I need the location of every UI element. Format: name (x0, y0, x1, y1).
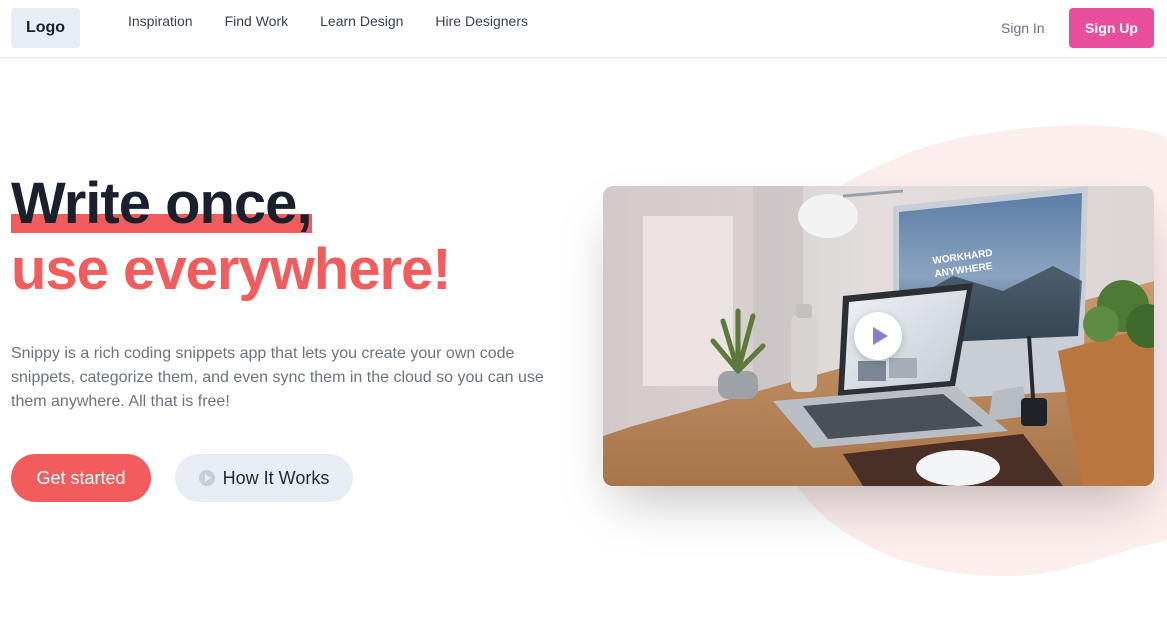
top-nav: Logo Inspiration Find Work Learn Design … (0, 0, 1167, 58)
hero-headline: Write once, use everywhere! (11, 171, 452, 304)
get-started-button[interactable]: Get started (11, 454, 151, 502)
headline-line-2: use everywhere! (11, 237, 452, 302)
headline-line-1: Write once, (11, 171, 313, 236)
nav-link-learn-design[interactable]: Learn Design (320, 13, 403, 29)
nav-links: Inspiration Find Work Learn Design Hire … (128, 13, 528, 29)
play-circle-icon (198, 470, 215, 486)
hero-description: Snippy is a rich coding snippets app tha… (11, 345, 544, 410)
sign-in-link[interactable]: Sign In (1001, 20, 1045, 36)
sign-up-button[interactable]: Sign Up (1069, 8, 1154, 48)
nav-link-inspiration[interactable]: Inspiration (128, 13, 193, 29)
nav-link-hire-designers[interactable]: Hire Designers (435, 13, 528, 29)
logo[interactable]: Logo (11, 8, 80, 48)
video-card[interactable]: WORKHARD ANYWHERE (603, 186, 1154, 486)
how-it-works-label: How It Works (222, 467, 330, 488)
how-it-works-button[interactable]: How It Works (175, 454, 353, 502)
video-play-button[interactable] (854, 312, 902, 360)
nav-link-find-work[interactable]: Find Work (225, 13, 289, 29)
